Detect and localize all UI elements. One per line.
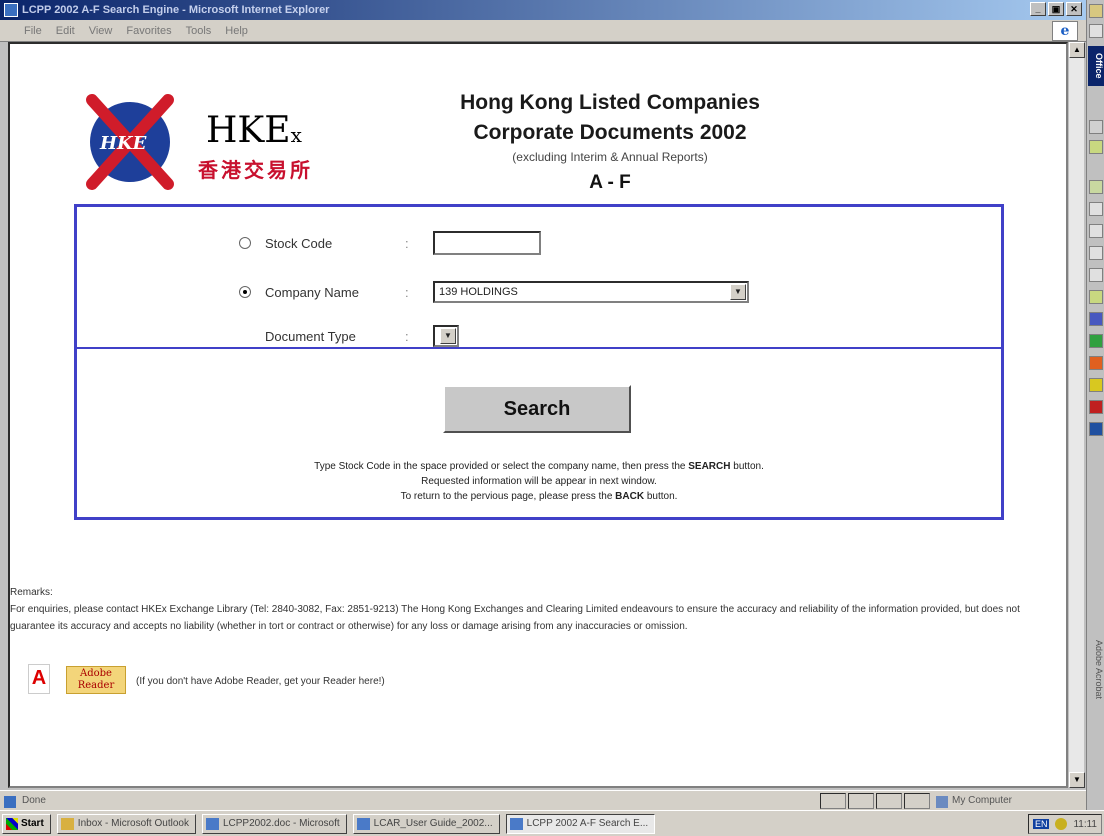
logo-hkex-text: HKEx (206, 110, 302, 151)
close-button[interactable]: ✕ (1066, 2, 1082, 16)
stock-code-radio[interactable] (239, 237, 251, 249)
access-icon[interactable] (1089, 400, 1103, 414)
security-zone: My Computer (936, 795, 1012, 808)
page-range: A - F (589, 172, 631, 193)
office-app-icon[interactable] (1089, 422, 1103, 436)
document-type-row: Document Type : ▼ (239, 325, 459, 347)
window-controls: _ ▣ ✕ (1030, 2, 1082, 16)
hkex-x-logo-icon: HKE (86, 94, 174, 190)
office-app-icon[interactable] (1089, 224, 1103, 238)
language-indicator[interactable]: EN (1032, 819, 1050, 829)
stock-code-label: Stock Code (265, 235, 333, 251)
office-app-icon[interactable] (1089, 246, 1103, 260)
instruction-line: Requested information will be appear in … (421, 476, 657, 487)
menu-view[interactable]: View (89, 25, 113, 37)
restore-button[interactable]: ▣ (1048, 2, 1064, 16)
word-icon[interactable] (1089, 312, 1103, 326)
scroll-down-icon[interactable]: ▼ (1069, 772, 1085, 788)
document-type-select[interactable]: ▼ (433, 325, 459, 347)
office-app-icon[interactable] (1089, 140, 1103, 154)
minimize-button[interactable]: _ (1030, 2, 1046, 16)
adobe-acrobat-label: Adobe Acrobat (1094, 640, 1104, 700)
remarks-body: For enquiries, please contact HKEx Excha… (10, 604, 1020, 632)
page-title-line2: Corporate Documents 2002 (473, 121, 747, 144)
internet-explorer-icon (4, 3, 18, 17)
system-tray: EN 11:11 (1027, 814, 1102, 834)
instruction-line: Type Stock Code in the space provided or… (314, 461, 764, 472)
menu-edit[interactable]: Edit (56, 25, 75, 37)
excel-icon[interactable] (1089, 334, 1103, 348)
vertical-scrollbar[interactable]: ▲ ▼ (1068, 42, 1085, 788)
logo-chinese-text: 香港交易所 (198, 160, 313, 182)
taskbar-item-outlook[interactable]: Inbox - Microsoft Outlook (56, 813, 196, 834)
search-button[interactable]: Search (443, 385, 631, 433)
page-header: Hong Kong Listed Companies Corporate Doc… (380, 88, 840, 194)
stock-code-input[interactable] (433, 231, 541, 255)
office-shortcut-bar: Office Adobe Acrobat (1086, 0, 1104, 810)
adobe-reader-promo: A Adobe Reader (If you don't have Adobe R… (28, 664, 385, 698)
form-divider (77, 347, 1001, 349)
status-text: Done (0, 795, 820, 808)
browser-content: HKE HKEx 香港交易所 Hong Kong Listed Companie… (8, 42, 1068, 788)
taskbar-item-user-guide[interactable]: LCAR_User Guide_2002... (352, 813, 500, 834)
company-name-row: Company Name : 139 HOLDINGS ▼ (239, 281, 749, 303)
company-name-value: 139 HOLDINGS (439, 286, 518, 298)
menu-file[interactable]: File (24, 25, 42, 37)
powerpoint-icon[interactable] (1089, 356, 1103, 370)
menu-bar: File Edit View Favorites Tools Help e (0, 20, 1086, 42)
remarks-heading: Remarks: (10, 587, 53, 598)
menu-favorites[interactable]: Favorites (126, 25, 171, 37)
document-type-label: Document Type (265, 328, 356, 344)
menu-help[interactable]: Help (225, 25, 248, 37)
chevron-down-icon[interactable]: ▼ (730, 284, 746, 300)
adobe-reader-logo[interactable]: A Adobe Reader (28, 664, 126, 698)
stock-code-row: Stock Code : (239, 231, 541, 255)
taskbar: Start Inbox - Microsoft Outlook LCPP2002… (0, 810, 1104, 836)
company-name-label: Company Name (265, 284, 359, 300)
clock: 11:11 (1073, 818, 1097, 830)
office-label: Office (1088, 46, 1104, 86)
office-app-icon[interactable] (1089, 290, 1103, 304)
chevron-down-icon[interactable]: ▼ (440, 328, 456, 344)
company-name-select[interactable]: 139 HOLDINGS ▼ (433, 281, 749, 303)
svg-text:HKE: HKE (99, 133, 147, 154)
start-button[interactable]: Start (2, 813, 51, 834)
taskbar-item-search-engine[interactable]: LCPP 2002 A-F Search E... (505, 813, 656, 834)
company-name-radio[interactable] (239, 286, 251, 298)
speaker-icon[interactable] (1055, 818, 1068, 830)
search-form: Stock Code : Company Name : 139 HOLDINGS… (74, 204, 1004, 520)
scroll-up-icon[interactable]: ▲ (1069, 42, 1085, 58)
office-app-icon[interactable] (1089, 268, 1103, 282)
instruction-line: To return to the pervious page, please p… (400, 491, 678, 502)
menu-tools[interactable]: Tools (186, 25, 212, 37)
office-menu-icon[interactable] (1089, 24, 1103, 38)
window-title: LCPP 2002 A-F Search Engine - Microsoft … (22, 4, 330, 16)
status-bar: Done My Computer (0, 790, 1086, 810)
adobe-logo-icon: A (28, 664, 50, 694)
title-bar: LCPP 2002 A-F Search Engine - Microsoft … (0, 0, 1086, 20)
page-subtitle: (excluding Interim & Annual Reports) (512, 150, 708, 164)
ie-throbber-icon: e (1052, 21, 1078, 41)
adobe-reader-text: (If you don't have Adobe Reader, get you… (136, 675, 385, 687)
office-toggle-icon[interactable] (1089, 4, 1103, 18)
office-app-icon[interactable] (1089, 378, 1103, 392)
taskbar-item-word-doc[interactable]: LCPP2002.doc - Microsoft (201, 813, 347, 834)
page-title-line1: Hong Kong Listed Companies (460, 91, 760, 114)
office-app-icon[interactable] (1089, 180, 1103, 194)
office-app-icon[interactable] (1089, 202, 1103, 216)
remarks-section: Remarks: For enquiries, please contact H… (10, 584, 1060, 635)
office-app-icon[interactable] (1089, 120, 1103, 134)
search-instructions: Type Stock Code in the space provided or… (77, 459, 1001, 504)
